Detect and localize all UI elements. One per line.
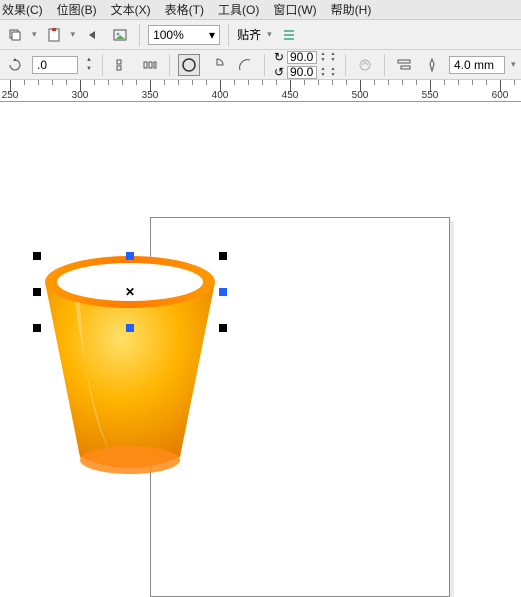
menu-bitmap[interactable]: 位图(B)	[57, 1, 97, 18]
canvas-area[interactable]: ✕	[0, 102, 521, 507]
ruler-label: 550	[422, 90, 439, 101]
chevron-down-icon[interactable]: ▾	[511, 59, 516, 70]
ruler-label: 450	[282, 90, 299, 101]
selection-center-icon[interactable]: ✕	[125, 285, 135, 299]
separator	[228, 24, 229, 46]
ruler-horizontal: 250 300 350 400 450 500 550 600	[0, 80, 521, 102]
selection-handle-bm[interactable]	[126, 324, 134, 332]
pie-tool-icon[interactable]	[206, 54, 228, 76]
rotation-inputs: ↻ 90.0 ▲▼ ▲▼ ↺ 90.0 ▲▼ ▲▼	[273, 50, 337, 79]
cup-object[interactable]	[35, 247, 225, 487]
selection-handle-bl[interactable]	[33, 324, 41, 332]
spinner[interactable]: ▲▼	[319, 66, 327, 78]
spinner[interactable]: ▲▼	[329, 51, 337, 63]
selection-handle-ml[interactable]	[33, 288, 41, 296]
dropdown-caret-icon[interactable]: ▾	[32, 29, 37, 40]
rotate-ccw-icon: ↺	[273, 65, 285, 79]
rotation-b-input[interactable]: 90.0	[287, 66, 317, 79]
selection-handle-tr[interactable]	[219, 252, 227, 260]
spinner[interactable]: ▲▼	[319, 51, 327, 63]
rotation-a-input[interactable]: 90.0	[287, 51, 317, 64]
menu-text[interactable]: 文本(X)	[111, 1, 151, 18]
menu-effects[interactable]: 效果(C)	[2, 1, 43, 18]
arc-tool-icon[interactable]	[234, 54, 256, 76]
ruler-label: 300	[72, 90, 89, 101]
separator	[102, 54, 103, 76]
zoom-value: 100%	[153, 28, 205, 42]
spinner[interactable]: ▲▼	[84, 56, 94, 74]
separator	[345, 54, 346, 76]
dropdown-caret-icon[interactable]: ▾	[267, 29, 272, 40]
distribute-icon[interactable]	[139, 54, 161, 76]
rotate-cw-icon: ↻	[273, 50, 285, 64]
ruler-label: 500	[352, 90, 369, 101]
menu-table[interactable]: 表格(T)	[165, 1, 204, 18]
align-label[interactable]: 贴齐	[237, 26, 261, 43]
pen-outline-icon[interactable]	[421, 54, 443, 76]
ellipse-tool-button[interactable]	[178, 54, 200, 76]
picture-icon[interactable]	[109, 24, 131, 46]
ruler-label: 250	[2, 90, 19, 101]
menu-help[interactable]: 帮助(H)	[331, 1, 372, 18]
undo-icon[interactable]	[81, 24, 103, 46]
convert-icon	[354, 54, 376, 76]
ruler-label: 400	[212, 90, 229, 101]
dropdown-caret-icon[interactable]: ▾	[71, 29, 76, 40]
ruler-label: 600	[492, 90, 509, 101]
options-icon[interactable]	[278, 24, 300, 46]
separator	[384, 54, 385, 76]
separator	[139, 24, 140, 46]
chevron-down-icon[interactable]: ▾	[205, 26, 219, 44]
menu-tools[interactable]: 工具(O)	[218, 1, 259, 18]
align-left-icon[interactable]	[111, 54, 133, 76]
selection-handle-tl[interactable]	[33, 252, 41, 260]
ruler-label: 350	[142, 90, 159, 101]
selection-handle-br[interactable]	[219, 324, 227, 332]
rotation-input[interactable]: .0	[32, 56, 78, 74]
paste-icon[interactable]	[43, 24, 65, 46]
selection-handle-mr[interactable]	[219, 288, 227, 296]
selection-handle-tm[interactable]	[126, 252, 134, 260]
outline-width-input[interactable]: 4.0 mm	[449, 56, 505, 74]
separator	[169, 54, 170, 76]
wrap-icon[interactable]	[393, 54, 415, 76]
copy-icon[interactable]	[4, 24, 26, 46]
zoom-input[interactable]: 100% ▾	[148, 25, 220, 45]
rotate-icon[interactable]	[4, 54, 26, 76]
menu-window[interactable]: 窗口(W)	[273, 1, 316, 18]
spinner[interactable]: ▲▼	[329, 66, 337, 78]
separator	[264, 54, 265, 76]
